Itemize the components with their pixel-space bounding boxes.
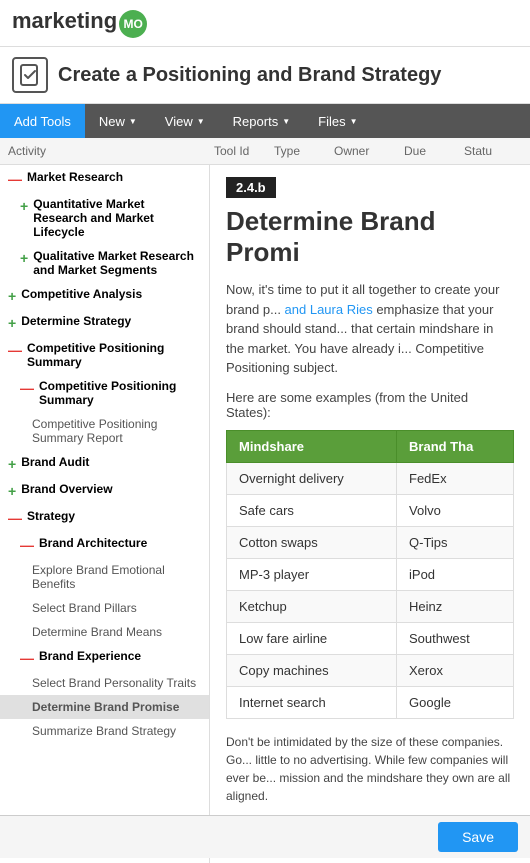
sidebar-item-quantitative[interactable]: + Quantitative Market Research and Marke… <box>0 192 209 244</box>
table-row: Low fare airlineSouthwest <box>227 622 514 654</box>
col-toolid-header: Tool Id <box>210 142 270 160</box>
sidebar: — Market Research + Quantitative Market … <box>0 165 210 863</box>
sidebar-item-competitive-analysis[interactable]: + Competitive Analysis <box>0 282 209 309</box>
sidebar-item-determine-brand-promise[interactable]: Determine Brand Promise <box>0 695 209 719</box>
toolbar-new[interactable]: New ▼ <box>85 104 151 138</box>
col-due-header: Due <box>400 142 460 160</box>
page-title-bar: Create a Positioning and Brand Strategy <box>0 47 530 104</box>
table-row: Cotton swapsQ-Tips <box>227 526 514 558</box>
sidebar-item-select-brand-pillars[interactable]: Select Brand Pillars <box>0 596 209 620</box>
laura-ries-link[interactable]: and Laura Ries <box>285 302 373 317</box>
sidebar-item-brand-audit[interactable]: + Brand Audit <box>0 450 209 477</box>
sidebar-item-determine-brand-means[interactable]: Determine Brand Means <box>0 620 209 644</box>
examples-label: Here are some examples (from the United … <box>226 390 514 420</box>
table-cell-mindshare: Ketchup <box>227 590 397 622</box>
table-cell-brand: Q-Tips <box>397 526 514 558</box>
table-cell-mindshare: MP-3 player <box>227 558 397 590</box>
table-cell-brand: iPod <box>397 558 514 590</box>
sidebar-item-select-brand-personality[interactable]: Select Brand Personality Traits <box>0 671 209 695</box>
sidebar-item-explore-brand[interactable]: Explore Brand Emotional Benefits <box>0 558 209 596</box>
table-row: Copy machinesXerox <box>227 654 514 686</box>
table-cell-mindshare: Low fare airline <box>227 622 397 654</box>
reports-arrow-icon: ▼ <box>282 117 290 126</box>
files-arrow-icon: ▼ <box>350 117 358 126</box>
content-body: Now, it's time to put it all together to… <box>226 280 514 378</box>
table-row: Internet searchGoogle <box>227 686 514 718</box>
sidebar-item-comp-pos-summary-2[interactable]: — Competitive Positioning Summary <box>0 374 209 412</box>
bottom-bar: Save <box>0 815 530 858</box>
marker-icon: — <box>8 510 22 526</box>
table-row: KetchupHeinz <box>227 590 514 622</box>
new-arrow-icon: ▼ <box>129 117 137 126</box>
table-cell-brand: FedEx <box>397 462 514 494</box>
table-cell-mindshare: Overnight delivery <box>227 462 397 494</box>
logo-mo-badge: MO <box>119 10 147 38</box>
footer-text: Don't be intimidated by the size of thes… <box>226 733 514 805</box>
marker-icon: — <box>20 650 34 666</box>
table-row: Safe carsVolvo <box>227 494 514 526</box>
table-row: MP-3 playeriPod <box>227 558 514 590</box>
toolbar-reports[interactable]: Reports ▼ <box>219 104 304 138</box>
logo-text: marketingMO <box>12 8 147 38</box>
table-cell-brand: Heinz <box>397 590 514 622</box>
col-activity-header: Activity <box>0 142 210 160</box>
table-header-mindshare: Mindshare <box>227 430 397 462</box>
table-cell-mindshare: Internet search <box>227 686 397 718</box>
view-arrow-icon: ▼ <box>197 117 205 126</box>
col-type-header: Type <box>270 142 330 160</box>
page-title: Create a Positioning and Brand Strategy <box>58 64 441 87</box>
sidebar-item-determine-strategy[interactable]: + Determine Strategy <box>0 309 209 336</box>
sidebar-item-strategy[interactable]: — Strategy <box>0 504 209 531</box>
col-status-header: Statu <box>460 142 520 160</box>
table-header-brand: Brand Tha <box>397 430 514 462</box>
toolbar-add-tools[interactable]: Add Tools <box>0 104 85 138</box>
marker-icon: + <box>8 315 16 331</box>
marker-icon: — <box>8 342 22 358</box>
marker-icon: — <box>20 380 34 396</box>
sidebar-item-brand-experience[interactable]: — Brand Experience <box>0 644 209 671</box>
marker-icon: + <box>8 456 16 472</box>
content-title: Determine Brand Promi <box>226 206 514 268</box>
marker-icon: + <box>20 198 28 214</box>
table-cell-mindshare: Cotton swaps <box>227 526 397 558</box>
table-cell-brand: Southwest <box>397 622 514 654</box>
tool-id-badge: 2.4.b <box>226 177 276 198</box>
marker-icon: + <box>20 250 28 266</box>
table-cell-mindshare: Safe cars <box>227 494 397 526</box>
toolbar: Add Tools New ▼ View ▼ Reports ▼ Files ▼ <box>0 104 530 138</box>
main-layout: — Market Research + Quantitative Market … <box>0 165 530 863</box>
sidebar-item-brand-architecture[interactable]: — Brand Architecture <box>0 531 209 558</box>
sidebar-item-qualitative[interactable]: + Qualitative Market Research and Market… <box>0 244 209 282</box>
table-cell-brand: Google <box>397 686 514 718</box>
sidebar-item-comp-pos-summary-report[interactable]: Competitive Positioning Summary Report <box>0 412 209 450</box>
sidebar-item-comp-pos-summary-1[interactable]: — Competitive Positioning Summary <box>0 336 209 374</box>
marker-icon: + <box>8 288 16 304</box>
sidebar-item-market-research[interactable]: — Market Research <box>0 165 209 192</box>
toolbar-files[interactable]: Files ▼ <box>304 104 371 138</box>
table-row: Overnight deliveryFedEx <box>227 462 514 494</box>
marker-icon: — <box>20 537 34 553</box>
col-owner-header: Owner <box>330 142 400 160</box>
table-cell-mindshare: Copy machines <box>227 654 397 686</box>
save-button[interactable]: Save <box>438 822 518 852</box>
column-headers: Activity Tool Id Type Owner Due Statu <box>0 138 530 165</box>
sidebar-item-brand-overview[interactable]: + Brand Overview <box>0 477 209 504</box>
table-cell-brand: Xerox <box>397 654 514 686</box>
sidebar-item-summarize-brand-strategy[interactable]: Summarize Brand Strategy <box>0 719 209 743</box>
content-inner: 2.4.b Determine Brand Promi Now, it's ti… <box>210 165 530 863</box>
header-logo: marketingMO <box>0 0 530 47</box>
marker-icon: + <box>8 483 16 499</box>
content-area: 2.4.b Determine Brand Promi Now, it's ti… <box>210 165 530 863</box>
marker-icon: — <box>8 171 22 187</box>
table-cell-brand: Volvo <box>397 494 514 526</box>
mindshare-table: Mindshare Brand Tha Overnight deliveryFe… <box>226 430 514 719</box>
page-title-icon <box>12 57 48 93</box>
toolbar-view[interactable]: View ▼ <box>151 104 219 138</box>
